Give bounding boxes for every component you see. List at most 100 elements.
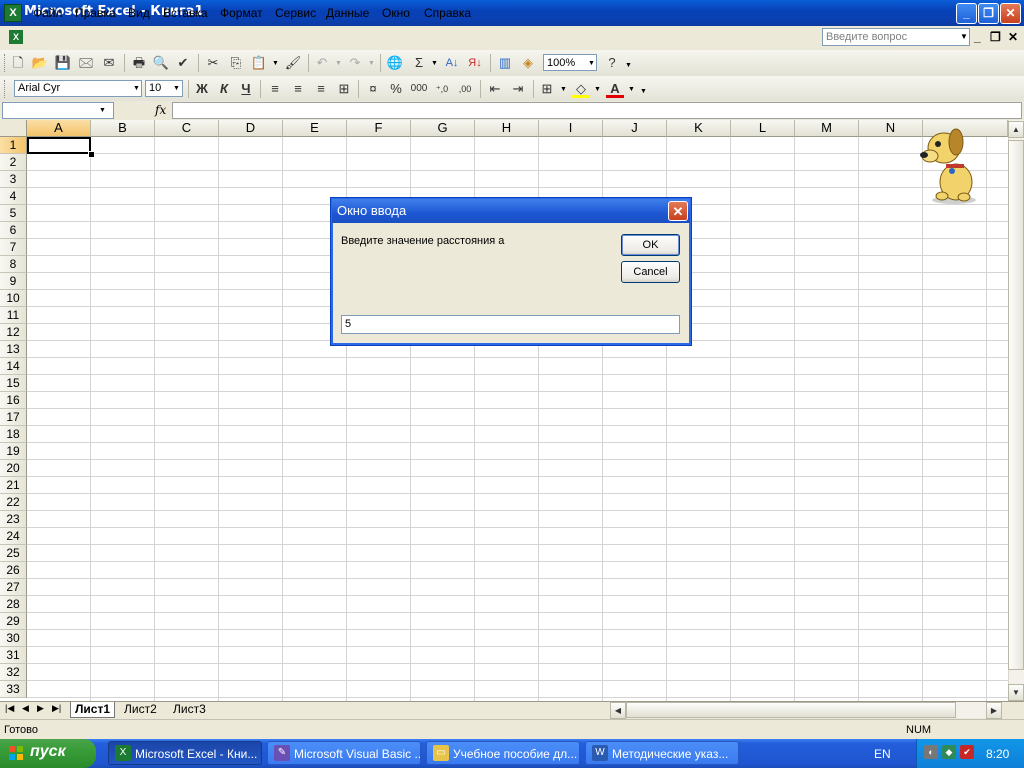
cut-icon[interactable]: ✂ (204, 54, 222, 72)
column-header-N[interactable]: N (859, 120, 923, 137)
scroll-up-icon[interactable]: ▲ (1008, 121, 1024, 138)
toolbar-grip[interactable] (4, 54, 8, 72)
increase-indent-icon[interactable]: ⇥ (509, 80, 527, 98)
font-color-icon[interactable]: A (606, 80, 624, 98)
email-icon[interactable]: ✉ (100, 54, 118, 72)
align-left-icon[interactable]: ≡ (266, 80, 284, 98)
menu-edit[interactable]: Правка (75, 6, 116, 20)
row-header-13[interactable]: 13 (0, 341, 27, 358)
toolbar-grip[interactable] (4, 80, 8, 98)
font-dropdown-icon[interactable]: ▼ (133, 85, 140, 92)
column-header-M[interactable]: M (795, 120, 859, 137)
row-header-28[interactable]: 28 (0, 596, 27, 613)
scroll-right-icon[interactable]: ▶ (986, 702, 1002, 719)
speaker-icon[interactable]: ◐ (924, 745, 938, 759)
redo-dropdown-icon[interactable]: ▼ (368, 60, 375, 67)
font-name-select[interactable]: Arial Cyr (14, 80, 142, 97)
first-sheet-icon[interactable]: |◀ (5, 703, 14, 714)
task-folder[interactable]: Учебное пособие дл... (426, 741, 580, 765)
column-header-B[interactable]: B (91, 120, 155, 137)
menu-window[interactable]: Окно (382, 6, 410, 20)
autosum-dropdown-icon[interactable]: ▼ (431, 60, 438, 67)
redo-icon[interactable]: ↷ (346, 54, 364, 72)
minimize-button[interactable]: _ (956, 3, 977, 24)
merge-center-icon[interactable]: ⊞ (335, 80, 353, 98)
menu-format[interactable]: Формат (220, 6, 263, 20)
column-header-I[interactable]: I (539, 120, 603, 137)
row-header-11[interactable]: 11 (0, 307, 27, 324)
increase-decimal-icon[interactable]: ⁺,0 (433, 80, 451, 98)
horizontal-scroll-thumb[interactable] (626, 702, 956, 718)
toolbar-options-icon[interactable]: ▼ (625, 62, 632, 69)
select-all-button[interactable] (0, 120, 27, 137)
row-header-2[interactable]: 2 (0, 154, 27, 171)
menu-file[interactable]: Файл (33, 6, 63, 20)
copy-icon[interactable]: ⎘ (227, 54, 245, 72)
formula-input[interactable] (172, 102, 1022, 119)
task-excel[interactable]: Microsoft Excel - Кни... (108, 741, 262, 765)
cancel-button[interactable]: Cancel (621, 261, 680, 283)
chart-wizard-icon[interactable]: ▥ (496, 54, 514, 72)
help-icon[interactable]: ? (603, 54, 621, 72)
row-header-19[interactable]: 19 (0, 443, 27, 460)
row-header-20[interactable]: 20 (0, 460, 27, 477)
format-painter-icon[interactable]: 🖌 (284, 54, 302, 72)
next-sheet-icon[interactable]: ▶ (37, 703, 44, 714)
fill-color-icon[interactable]: ◇ (572, 80, 590, 98)
zoom-dropdown-icon[interactable]: ▼ (588, 60, 595, 67)
bold-button[interactable]: Ж (193, 80, 211, 98)
sheet-tab-1[interactable]: Лист1 (70, 702, 116, 718)
borders-dropdown-icon[interactable]: ▼ (560, 86, 567, 93)
last-sheet-icon[interactable]: ▶| (52, 703, 61, 714)
column-header-E[interactable]: E (283, 120, 347, 137)
paste-dropdown-icon[interactable]: ▼ (272, 60, 279, 67)
row-header-22[interactable]: 22 (0, 494, 27, 511)
hyperlink-icon[interactable]: 🌐 (386, 54, 404, 72)
row-header-24[interactable]: 24 (0, 528, 27, 545)
sort-descending-icon[interactable]: Я↓ (466, 54, 484, 72)
permission-icon[interactable]: 🖂 (77, 54, 95, 72)
close-button[interactable]: ✕ (1000, 3, 1021, 24)
column-header-F[interactable]: F (347, 120, 411, 137)
spelling-icon[interactable]: ✔ (174, 54, 192, 72)
task-vba[interactable]: Microsoft Visual Basic ... (267, 741, 421, 765)
menu-help[interactable]: Справка (424, 6, 471, 20)
network-icon[interactable]: ✔ (960, 745, 974, 759)
fill-color-dropdown-icon[interactable]: ▼ (594, 86, 601, 93)
align-right-icon[interactable]: ≡ (312, 80, 330, 98)
decrease-decimal-icon[interactable]: ,00 (456, 80, 474, 98)
menu-tools[interactable]: Сервис (275, 6, 316, 20)
align-center-icon[interactable]: ≡ (289, 80, 307, 98)
row-header-9[interactable]: 9 (0, 273, 27, 290)
row-header-18[interactable]: 18 (0, 426, 27, 443)
borders-icon[interactable]: ⊞ (538, 80, 556, 98)
currency-icon[interactable]: ¤ (364, 80, 382, 98)
scroll-down-icon[interactable]: ▼ (1008, 684, 1024, 701)
language-indicator[interactable]: EN (874, 747, 891, 761)
row-header-3[interactable]: 3 (0, 171, 27, 188)
maximize-button[interactable]: ❐ (978, 3, 999, 24)
undo-dropdown-icon[interactable]: ▼ (335, 60, 342, 67)
fill-handle[interactable] (88, 151, 95, 158)
underline-button[interactable]: Ч (237, 80, 255, 98)
row-header-10[interactable]: 10 (0, 290, 27, 307)
row-header-26[interactable]: 26 (0, 562, 27, 579)
dialog-close-icon[interactable]: ✕ (668, 201, 688, 221)
row-header-15[interactable]: 15 (0, 375, 27, 392)
toolbar-options-icon[interactable]: ▼ (640, 88, 647, 95)
column-header-G[interactable]: G (411, 120, 475, 137)
italic-button[interactable]: К (215, 80, 233, 98)
row-header-31[interactable]: 31 (0, 647, 27, 664)
row-header-16[interactable]: 16 (0, 392, 27, 409)
print-preview-icon[interactable]: 🔍 (152, 54, 170, 72)
column-header-A[interactable]: A (27, 120, 91, 137)
name-box-dropdown-icon[interactable]: ▼ (99, 107, 106, 114)
office-assistant-dog[interactable] (918, 124, 984, 206)
thousands-icon[interactable]: 000 (410, 80, 428, 98)
font-size-dropdown-icon[interactable]: ▼ (173, 85, 180, 92)
sort-ascending-icon[interactable]: A↓ (443, 54, 461, 72)
row-header-30[interactable]: 30 (0, 630, 27, 647)
drawing-icon[interactable]: ◈ (519, 54, 537, 72)
row-header-6[interactable]: 6 (0, 222, 27, 239)
menu-insert[interactable]: Вставка (163, 6, 208, 20)
